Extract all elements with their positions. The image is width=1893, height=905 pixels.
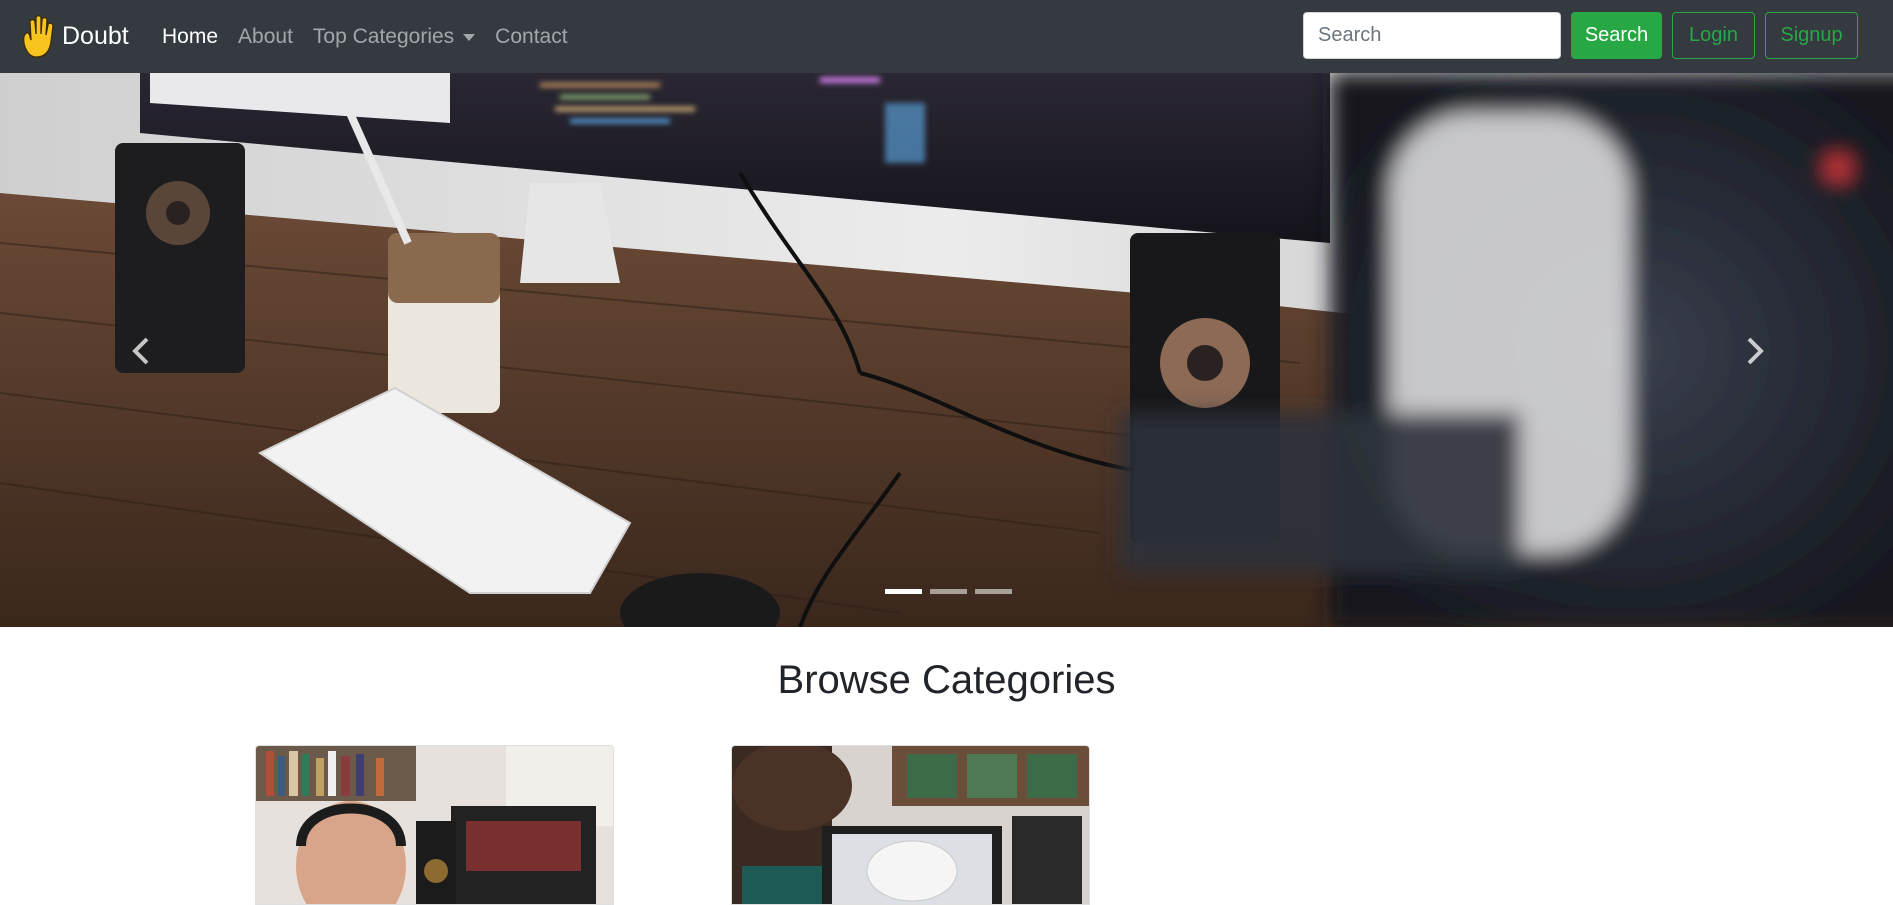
search-button[interactable]: Search [1571,12,1662,59]
carousel-next-button[interactable] [1725,321,1785,381]
nav-link-home[interactable]: Home [162,25,218,49]
carousel-slide-image [0,73,1893,627]
navbar: Doubt Home About Top Categories Contact … [0,0,1893,73]
category-card-image [256,746,613,904]
hero-carousel [0,73,1893,627]
signup-button[interactable]: Signup [1765,12,1858,59]
category-card[interactable] [255,745,614,905]
carousel-indicator-3[interactable] [975,589,1012,594]
carousel-prev-button[interactable] [111,321,171,381]
raised-hand-icon [23,15,54,58]
caret-down-icon [463,34,476,41]
carousel-indicator-1[interactable] [885,589,922,594]
brand[interactable]: Doubt [20,14,129,58]
nav-link-contact[interactable]: Contact [495,25,567,49]
browse-categories-heading: Browse Categories [777,658,1116,702]
login-button[interactable]: Login [1672,12,1755,59]
brand-name: Doubt [62,21,129,50]
category-card-image [732,746,1089,904]
nav-dropdown-label: Top Categories [312,24,455,48]
chevron-right-icon [1747,337,1764,365]
category-card[interactable] [731,745,1090,905]
chevron-left-icon [132,337,149,365]
carousel-indicators [885,589,1020,594]
nav-link-about[interactable]: About [238,25,293,49]
nav-dropdown-top-categories[interactable]: Top Categories [312,24,476,49]
nav-links: Home About Top Categories Contact [162,0,588,73]
carousel-indicator-2[interactable] [930,589,967,594]
search-input[interactable] [1303,12,1561,59]
